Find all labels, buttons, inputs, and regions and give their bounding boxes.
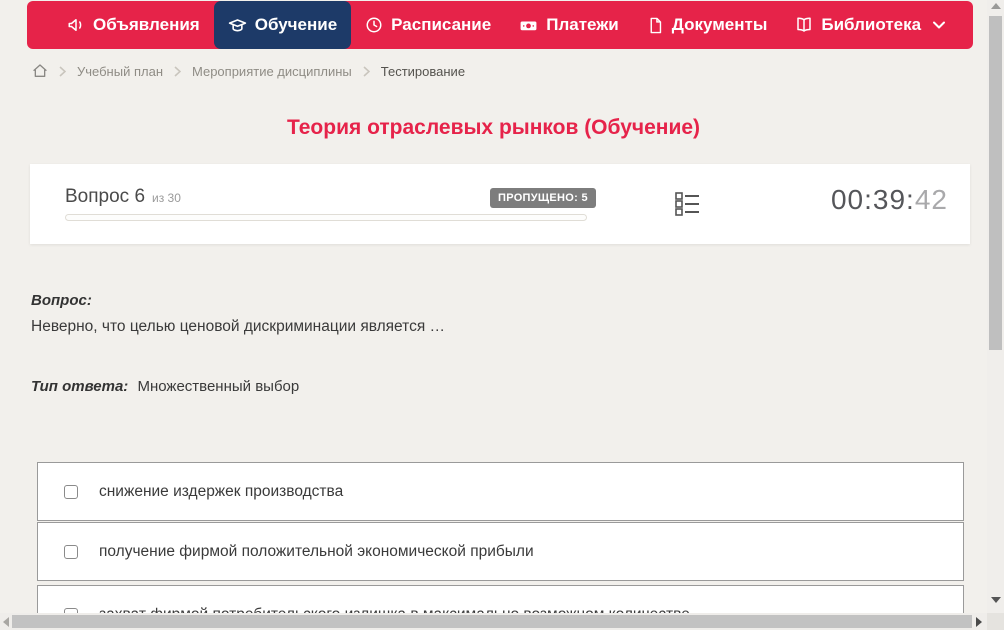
question-list-icon[interactable] — [674, 190, 701, 222]
home-icon[interactable] — [32, 63, 48, 79]
nav-item-documents[interactable]: Документы — [633, 1, 782, 49]
nav-item-library[interactable]: Библиотека — [781, 1, 959, 49]
nav-label: Платежи — [546, 15, 619, 34]
answer-type-label: Тип ответа: — [31, 378, 129, 395]
document-icon — [647, 17, 664, 34]
question-header-card: Вопрос 6 из 30 ПРОПУЩЕНО: 5 00:39:42 — [30, 164, 970, 244]
question-text: Неверно, что целью ценовой дискриминации… — [31, 318, 446, 335]
megaphone-icon — [67, 16, 85, 34]
book-icon — [795, 16, 813, 34]
breadcrumb-separator-icon — [174, 65, 181, 77]
page-title: Теория отраслевых рынков (Обучение) — [286, 116, 701, 139]
nav-item-payments[interactable]: Платежи — [505, 1, 633, 49]
vertical-scrollbar-thumb[interactable] — [989, 16, 1002, 350]
breadcrumb-testing: Тестирование — [380, 63, 466, 79]
answer-type-value: Множественный выбор — [137, 378, 300, 395]
horizontal-scrollbar[interactable] — [0, 613, 1004, 630]
cash-icon — [519, 16, 538, 35]
answer-option[interactable]: снижение издержек производства — [37, 462, 964, 521]
option-label: получение фирмой положительной экономиче… — [99, 542, 534, 560]
chevron-down-icon — [933, 21, 946, 29]
question-total: из 30 — [152, 191, 181, 205]
scrollbar-corner — [987, 613, 1004, 630]
answer-type-row: Тип ответа: Множественный выбор — [31, 378, 299, 395]
nav-label: Объявления — [93, 15, 200, 34]
main-navbar: Объявления Обучение Расписание Платежи Д… — [27, 1, 973, 49]
skipped-badge: ПРОПУЩЕНО: 5 — [490, 188, 596, 208]
option-label: снижение издержек производства — [99, 482, 344, 500]
timer-hours-minutes: 00:39: — [830, 184, 915, 215]
breadcrumb-discipline-event[interactable]: Мероприятие дисциплины — [192, 64, 352, 79]
clock-icon — [365, 16, 383, 34]
answer-option[interactable]: получение фирмой положительной экономиче… — [37, 522, 964, 581]
nav-item-learning[interactable]: Обучение — [213, 1, 352, 49]
scroll-left-arrow-icon[interactable] — [3, 617, 9, 627]
nav-label: Библиотека — [821, 15, 922, 34]
vertical-scrollbar[interactable] — [987, 0, 1004, 613]
breadcrumb-separator-icon — [59, 65, 66, 77]
question-heading: Вопрос: — [31, 292, 92, 309]
nav-item-announcements[interactable]: Объявления — [53, 1, 214, 49]
scroll-right-arrow-icon[interactable] — [976, 617, 982, 627]
breadcrumb: Учебный план Мероприятие дисциплины Тест… — [32, 63, 465, 79]
nav-label: Документы — [671, 15, 768, 34]
horizontal-scrollbar-thumb[interactable] — [12, 615, 972, 628]
nav-label: Обучение — [254, 15, 338, 34]
breadcrumb-separator-icon — [363, 65, 370, 77]
scroll-down-arrow-icon[interactable] — [991, 597, 1001, 603]
question-progress-bar — [65, 214, 587, 221]
timer: 00:39:42 — [831, 184, 948, 216]
nav-label: Расписание — [391, 15, 492, 34]
checkbox[interactable] — [64, 544, 78, 559]
nav-item-schedule[interactable]: Расписание — [351, 1, 505, 49]
question-number: Вопрос 6 — [65, 186, 146, 207]
breadcrumb-study-plan[interactable]: Учебный план — [77, 64, 163, 79]
scroll-up-arrow-icon[interactable] — [991, 3, 1001, 9]
question-counter: Вопрос 6 из 30 — [65, 186, 181, 208]
graduation-cap-icon — [228, 16, 247, 35]
checkbox[interactable] — [64, 484, 78, 499]
timer-seconds: 42 — [914, 184, 948, 215]
